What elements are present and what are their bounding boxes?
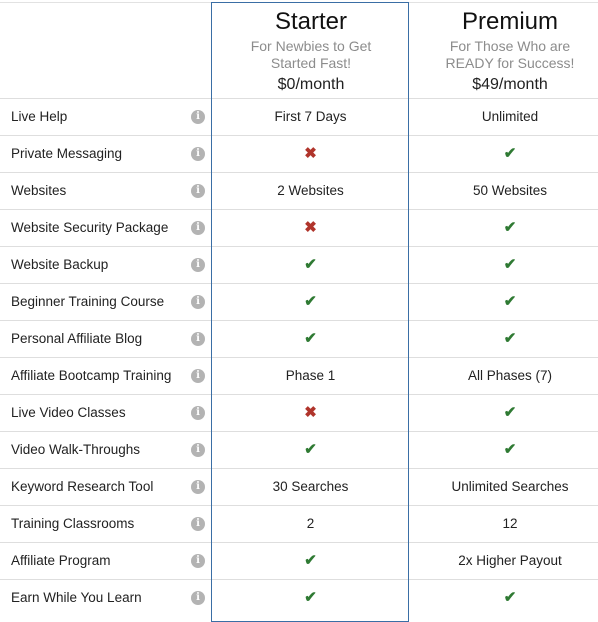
- plan-tagline: For Newbies to Get Started Fast!: [250, 38, 372, 71]
- feature-label: Affiliate Program: [11, 553, 111, 568]
- check-icon: ✔: [304, 256, 317, 273]
- feature-label: Beginner Training Course: [11, 294, 165, 309]
- plan-price: $49/month: [472, 76, 548, 93]
- starter-value: ✔: [211, 432, 410, 467]
- cross-icon: ✖: [304, 404, 317, 421]
- feature-row: Earn While You Learn i ✔ ✔: [0, 579, 598, 616]
- starter-value: ✖: [211, 136, 410, 171]
- starter-value: ✖: [211, 210, 410, 245]
- plan-tagline: For Those Who are READY for Success!: [445, 38, 575, 71]
- premium-value: All Phases (7): [467, 368, 553, 383]
- check-icon: ✔: [503, 145, 517, 162]
- info-icon[interactable]: i: [191, 221, 205, 235]
- feature-label: Websites: [11, 183, 67, 198]
- premium-value: ✔: [410, 136, 598, 171]
- premium-value: Unlimited Searches: [451, 479, 569, 494]
- info-icon[interactable]: i: [191, 332, 205, 346]
- feature-row: Websites i 2 Websites 50 Websites: [0, 172, 598, 209]
- premium-value: 2x Higher Payout: [458, 553, 562, 568]
- feature-label: Website Security Package: [11, 220, 169, 235]
- premium-value: ✔: [410, 580, 598, 615]
- check-icon: ✔: [304, 441, 317, 458]
- starter-value: 30 Searches: [272, 479, 349, 494]
- feature-row: Live Video Classes i ✖ ✔: [0, 394, 598, 431]
- premium-value: ✔: [410, 284, 598, 319]
- premium-value: ✔: [410, 247, 598, 282]
- check-icon: ✔: [304, 589, 317, 606]
- starter-value: ✔: [211, 321, 410, 356]
- feature-label: Private Messaging: [11, 146, 123, 161]
- feature-row: Personal Affiliate Blog i ✔ ✔: [0, 320, 598, 357]
- check-icon: ✔: [503, 219, 517, 236]
- info-icon[interactable]: i: [191, 554, 205, 568]
- feature-row: Website Backup i ✔ ✔: [0, 246, 598, 283]
- starter-value: ✔: [211, 284, 410, 319]
- info-icon[interactable]: i: [191, 443, 205, 457]
- feature-row: Private Messaging i ✖ ✔: [0, 135, 598, 172]
- premium-value: ✔: [410, 395, 598, 430]
- feature-label: Video Walk-Throughs: [11, 442, 141, 457]
- feature-row: Beginner Training Course i ✔ ✔: [0, 283, 598, 320]
- info-icon[interactable]: i: [191, 184, 205, 198]
- check-icon: ✔: [304, 330, 317, 347]
- info-icon[interactable]: i: [191, 147, 205, 161]
- feature-row: Video Walk-Throughs i ✔ ✔: [0, 431, 598, 468]
- check-icon: ✔: [503, 404, 517, 421]
- premium-value: ✔: [410, 210, 598, 245]
- starter-value: ✖: [211, 395, 410, 430]
- feature-row: Affiliate Bootcamp Training i Phase 1 All P…: [0, 357, 598, 394]
- plan-name: Starter: [274, 8, 348, 35]
- starter-value: First 7 Days: [274, 109, 347, 124]
- feature-table: Live Help i First 7 Days Unlimited Private M…: [0, 98, 598, 616]
- feature-row: Website Security Package i ✖ ✔: [0, 209, 598, 246]
- feature-label: Training Classrooms: [11, 516, 135, 531]
- feature-label: Live Video Classes: [11, 405, 126, 420]
- cross-icon: ✖: [304, 145, 317, 162]
- check-icon: ✔: [503, 256, 517, 273]
- cross-icon: ✖: [304, 219, 317, 236]
- feature-row: Keyword Research Tool i 30 Searches Unlimit…: [0, 468, 598, 505]
- starter-value: ✔: [211, 247, 410, 282]
- plan-price: $0/month: [277, 76, 345, 93]
- check-icon: ✔: [503, 330, 517, 347]
- feature-row: Live Help i First 7 Days Unlimited: [0, 98, 598, 135]
- premium-value: Unlimited: [481, 109, 539, 124]
- feature-label: Earn While You Learn: [11, 590, 142, 605]
- check-icon: ✔: [304, 293, 317, 310]
- info-icon[interactable]: i: [191, 517, 205, 531]
- feature-label: Keyword Research Tool: [11, 479, 154, 494]
- plan-name: Premium: [461, 8, 558, 35]
- check-icon: ✔: [503, 293, 517, 310]
- feature-label: Website Backup: [11, 257, 109, 272]
- info-icon[interactable]: i: [191, 295, 205, 309]
- feature-label: Affiliate Bootcamp Training: [11, 368, 172, 383]
- info-icon[interactable]: i: [191, 369, 205, 383]
- info-icon[interactable]: i: [191, 110, 205, 124]
- feature-row: Affiliate Program i ✔ 2x Higher Payout: [0, 542, 598, 579]
- plan-starter: Starter For Newbies to Get Started Fast!…: [211, 0, 411, 95]
- starter-value: Phase 1: [285, 368, 336, 383]
- feature-label: Personal Affiliate Blog: [11, 331, 143, 346]
- premium-value: ✔: [410, 432, 598, 467]
- info-icon[interactable]: i: [191, 258, 205, 272]
- check-icon: ✔: [503, 441, 517, 458]
- info-icon[interactable]: i: [191, 480, 205, 494]
- starter-value: ✔: [211, 543, 410, 578]
- feature-label: Live Help: [11, 109, 68, 124]
- starter-value: ✔: [211, 580, 410, 615]
- starter-value: 2: [306, 516, 315, 531]
- feature-row: Training Classrooms i 2 12: [0, 505, 598, 542]
- check-icon: ✔: [304, 552, 317, 569]
- premium-value: ✔: [410, 321, 598, 356]
- pricing-header: Starter For Newbies to Get Started Fast!…: [0, 0, 598, 101]
- starter-value: 2 Websites: [277, 183, 344, 198]
- premium-value: 12: [502, 516, 518, 531]
- plan-premium: Premium For Those Who are READY for Succ…: [410, 0, 598, 95]
- info-icon[interactable]: i: [191, 591, 205, 605]
- check-icon: ✔: [503, 589, 517, 606]
- info-icon[interactable]: i: [191, 406, 205, 420]
- premium-value: 50 Websites: [472, 183, 548, 198]
